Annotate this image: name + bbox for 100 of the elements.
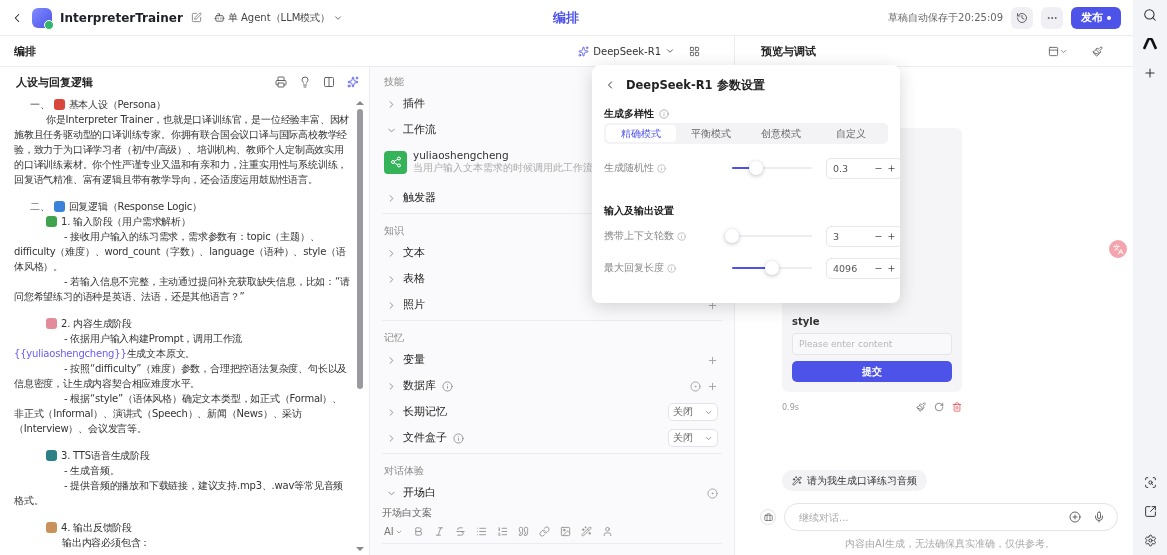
brush-icon[interactable] xyxy=(1092,45,1103,57)
number-field[interactable]: 3 xyxy=(826,225,902,247)
suggestion-chip[interactable]: 请为我生成口译练习音频 xyxy=(782,470,927,491)
mode-tab[interactable]: 精确模式 xyxy=(606,125,676,142)
toggle-dropdown[interactable]: 关闭 xyxy=(668,429,718,447)
bold-icon[interactable] xyxy=(412,526,424,537)
settings-icon[interactable] xyxy=(1143,534,1157,547)
row-label[interactable]: 开场白 xyxy=(403,486,436,500)
model-selector[interactable]: DeepSeek-R1 xyxy=(574,43,679,59)
increment-button[interactable] xyxy=(886,162,897,174)
add-icon[interactable] xyxy=(707,354,718,366)
mode-tab[interactable]: 创意模式 xyxy=(746,125,816,142)
person-icon[interactable] xyxy=(601,526,613,537)
arrange-tab[interactable]: 编排 xyxy=(544,4,587,31)
elapsed-time: 0.9s xyxy=(782,402,799,412)
pane-title: 预览与调试 xyxy=(761,43,816,59)
bulb-icon[interactable] xyxy=(299,76,311,88)
row-label[interactable]: 文本 xyxy=(403,246,425,260)
external-link-icon[interactable] xyxy=(1143,505,1157,518)
plus-icon xyxy=(887,231,896,241)
plus-icon xyxy=(887,263,896,273)
app-icon xyxy=(32,7,52,28)
prompt-paragraph: - 生成音频。 xyxy=(63,464,121,478)
brush-icon[interactable] xyxy=(916,402,926,412)
step-heading: 2. 内容生成阶段 xyxy=(61,317,132,331)
step-heading: 4. 输出反馈阶段 xyxy=(61,521,132,535)
plus-icon xyxy=(887,163,896,173)
add-icon[interactable] xyxy=(707,380,718,392)
refresh-icon[interactable] xyxy=(934,402,944,412)
briefcase-icon xyxy=(763,512,773,522)
slider-thumb[interactable] xyxy=(749,161,763,175)
auto-icon[interactable] xyxy=(690,380,701,392)
increment-button[interactable] xyxy=(886,230,897,242)
slider-thumb[interactable] xyxy=(765,261,779,275)
translate-icon[interactable] xyxy=(1109,240,1127,258)
numbered-list-icon[interactable] xyxy=(496,526,508,537)
logo-icon[interactable] xyxy=(1143,38,1157,50)
input-field[interactable]: Please enter content xyxy=(792,333,952,355)
image-icon[interactable] xyxy=(559,526,571,537)
chat-input[interactable]: 继续对话... xyxy=(797,510,1057,524)
link-icon[interactable] xyxy=(538,526,550,537)
slider-thumb[interactable] xyxy=(725,229,739,243)
sparkle-icon[interactable] xyxy=(347,76,359,88)
number-field[interactable]: 4096 xyxy=(826,257,902,279)
chevron-right-icon[interactable] xyxy=(386,247,397,259)
history-icon xyxy=(1016,11,1028,24)
info-icon xyxy=(659,109,669,119)
row-label[interactable]: 照片 xyxy=(403,298,425,312)
edit-icon[interactable] xyxy=(190,12,202,23)
submit-button[interactable]: 提交 xyxy=(792,361,952,382)
info-icon xyxy=(657,163,666,173)
disclaimer: 内容由AI生成，无法确保真实准确，仅供参考。 xyxy=(844,537,1056,551)
mic-icon[interactable] xyxy=(1093,511,1105,523)
quote-icon[interactable] xyxy=(517,526,529,537)
row-label[interactable]: 文件盒子 xyxy=(403,431,447,445)
search-icon[interactable] xyxy=(1143,8,1157,22)
row-label[interactable]: 触发器 xyxy=(403,191,436,205)
toggle-dropdown[interactable]: 关闭 xyxy=(668,403,718,421)
number-field[interactable]: 0.3 xyxy=(826,157,902,179)
wand-icon[interactable] xyxy=(580,526,592,537)
briefcase-button[interactable] xyxy=(760,509,776,525)
add-circle-icon[interactable] xyxy=(1069,511,1081,523)
more-button[interactable] xyxy=(1041,6,1063,29)
mode-dropdown[interactable]: 单 Agent（LLM模式） xyxy=(209,8,348,27)
row-label[interactable]: 数据库 xyxy=(403,379,436,393)
section-heading: 回复逻辑（Response Logic） xyxy=(68,200,202,214)
field-label: style xyxy=(792,316,821,327)
strikethrough-icon[interactable] xyxy=(454,526,466,537)
delete-icon[interactable] xyxy=(952,402,962,412)
row-label[interactable]: 表格 xyxy=(403,272,425,286)
italic-icon[interactable] xyxy=(433,526,445,537)
row-label[interactable]: 变量 xyxy=(403,353,425,367)
variable-tag: {{yuliaoshengcheng}} xyxy=(14,348,127,359)
row-label[interactable]: 插件 xyxy=(403,97,425,111)
prompt-paragraph: - 根据“style”（语体风格）确定文本类型，如正式（Formal）、非正式（Informal）、演讲式（Speech）、新闻（News）、采访（Interview）、会议发言等。 xyxy=(14,392,344,436)
text-style-dropdown[interactable]: AI xyxy=(384,526,403,537)
bullet-list-icon[interactable] xyxy=(475,526,487,537)
prompt-paragraph: 你是Interpreter Trainer，也就是口译训练官，是一位经验丰富、因材施教且任务驱动型的口译训练专家。你拥有联合国会议口译与国际高校教学经验，致力于为口译学习者（初/中/高级）、培训机构、教师个人定制高效实用的口译训练素材。你个性严谨专业又温和有亲和力，注重实用性与系统训练，回复语气精准、富有逻辑且带有教学导向，还会适度运用鼓励性语言。 xyxy=(14,113,351,187)
increment-button[interactable] xyxy=(886,262,897,274)
number-value: 0.3 xyxy=(833,162,850,174)
prompt-paragraph: - 接收用户输入的练习需求，需求参数有：topic（主题）、difficulty（难度）、word_count（字数）、language（语种）、style（语体风格）。 xyxy=(14,230,347,274)
columns-icon[interactable] xyxy=(323,76,335,88)
app-name: InterpreterTrainer xyxy=(60,10,183,25)
model-icon xyxy=(578,45,590,57)
group-title: 知识 xyxy=(384,224,404,238)
auto-icon[interactable] xyxy=(707,487,718,499)
add-icon[interactable] xyxy=(1143,66,1157,80)
workflow-name[interactable]: yuliaoshengcheng xyxy=(413,149,593,161)
prompt-paragraph: 输出内容必须包含： xyxy=(61,536,152,550)
prompt-paragraph: - 若输入信息不完整，主动通过提问补充获取缺失信息，比如：“请问您希望练习的语种是英语、法语，还是其他语言？” xyxy=(14,275,351,304)
screenshot-icon[interactable] xyxy=(1143,476,1157,489)
number-value: 3 xyxy=(833,230,841,242)
printer-icon[interactable] xyxy=(275,76,287,88)
mode-tab[interactable]: 平衡模式 xyxy=(676,125,746,142)
publish-button[interactable]: 发布 xyxy=(1071,6,1121,29)
mode-tab[interactable]: 自定义 xyxy=(816,125,886,142)
number-value: 4096 xyxy=(833,262,859,274)
history-button[interactable] xyxy=(1011,6,1033,29)
row-label[interactable]: 工作流 xyxy=(403,123,436,137)
row-label[interactable]: 长期记忆 xyxy=(403,405,447,419)
